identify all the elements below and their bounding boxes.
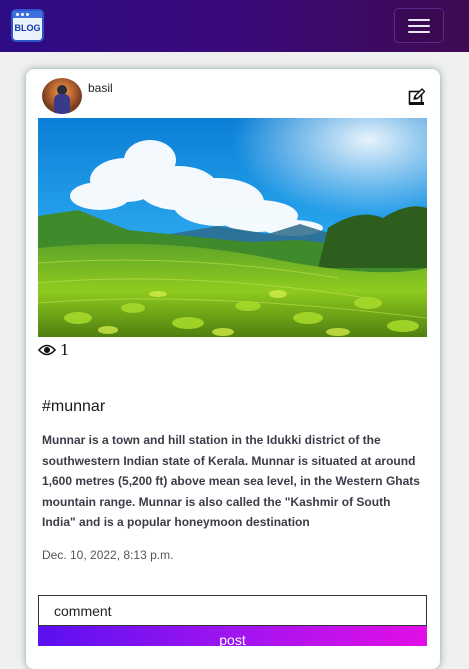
logo-text: BLOG [14,23,41,33]
view-count: 1 [60,341,70,359]
post-username[interactable]: basil [88,81,113,95]
post-date: Dec. 10, 2022, 8:13 p.m. [42,548,174,562]
avatar[interactable] [42,78,82,114]
blog-logo[interactable]: BLOG [11,9,44,42]
eye-icon [38,344,56,356]
post-button[interactable]: post [38,626,427,646]
post-title: #munnar [42,398,106,415]
post-image [38,118,427,337]
comment-input[interactable] [38,595,427,626]
post-body: Munnar is a town and hill station in the… [42,433,420,530]
hamburger-menu-icon[interactable] [394,8,444,43]
edit-icon[interactable] [408,88,426,106]
navbar: BLOG [0,0,469,52]
